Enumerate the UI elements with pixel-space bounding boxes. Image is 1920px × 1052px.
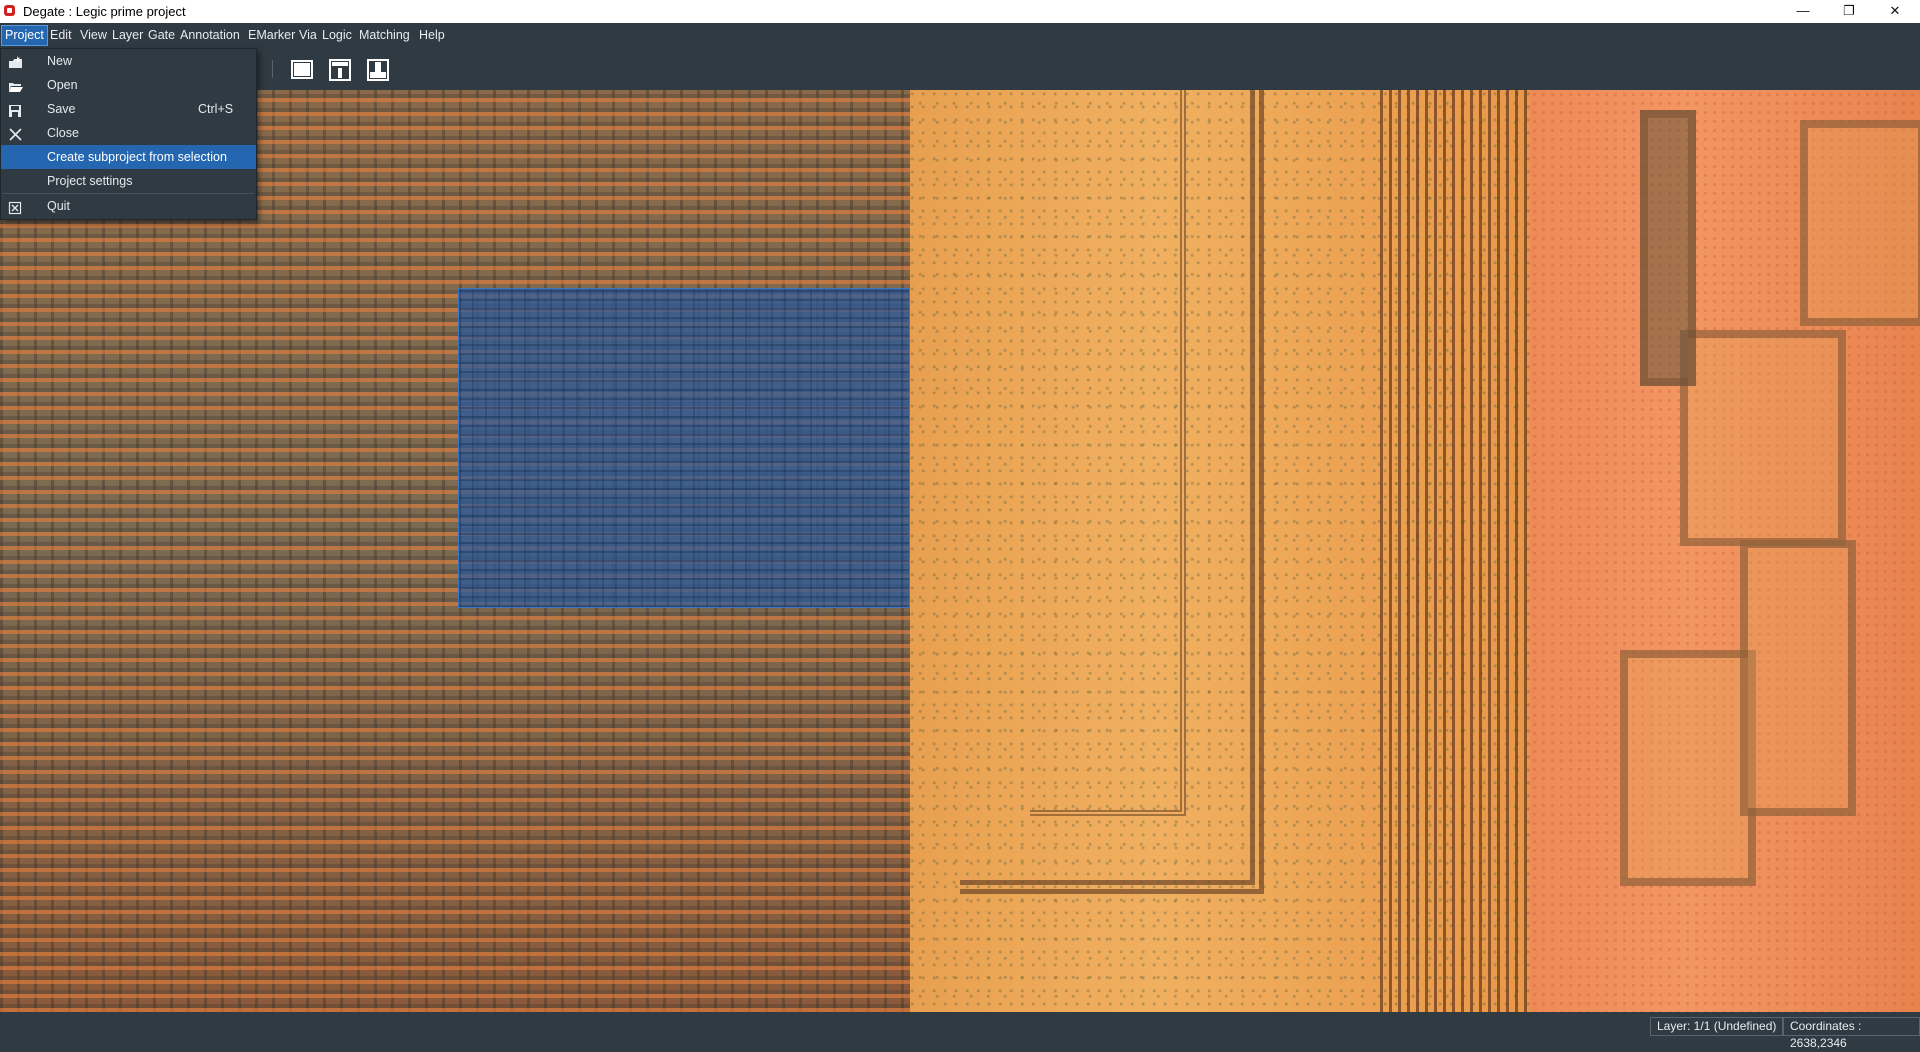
menu-bar: Project Edit View Layer Gate Annotation …	[0, 23, 1920, 48]
menu-item-create-subproject[interactable]: Create subproject from selection	[1, 145, 256, 169]
project-menu-dropdown: New Open Save Ctrl+S Close Create subpro…	[0, 48, 257, 220]
maximize-button[interactable]: ❐	[1826, 0, 1872, 23]
metal-block	[1620, 650, 1756, 886]
title-bar: Degate : Legic prime project — ❐ ✕	[0, 0, 1920, 23]
menu-layer[interactable]: Layer	[109, 26, 146, 45]
menu-item-project-settings[interactable]: Project settings	[1, 169, 256, 193]
menu-help[interactable]: Help	[416, 26, 448, 45]
minimize-button[interactable]: —	[1780, 0, 1826, 23]
menu-item-open[interactable]: Open	[1, 73, 256, 97]
menu-item-label: Create subproject from selection	[47, 150, 227, 164]
menu-item-label: Save	[47, 102, 76, 116]
menu-item-close[interactable]: Close	[1, 121, 256, 145]
menu-item-save[interactable]: Save Ctrl+S	[1, 97, 256, 121]
die-image-canvas[interactable]	[0, 90, 1920, 1012]
pad-ring-inner	[1030, 90, 1186, 816]
degate-app-icon	[4, 5, 15, 16]
menu-item-quit[interactable]: Quit	[1, 194, 256, 218]
save-icon	[8, 102, 23, 117]
coordinates-status: Coordinates : 2638,2346	[1783, 1017, 1920, 1050]
metal-block	[1640, 110, 1696, 386]
menu-via[interactable]: Via	[296, 26, 320, 45]
metal-bus-lines	[1380, 90, 1530, 1012]
menu-project[interactable]: Project	[1, 25, 48, 46]
menu-view[interactable]: View	[77, 26, 110, 45]
menu-item-new[interactable]: New	[1, 49, 256, 73]
close-window-button[interactable]: ✕	[1872, 0, 1918, 23]
menu-annotation[interactable]: Annotation	[177, 26, 243, 45]
menu-item-shortcut: Ctrl+S	[198, 102, 234, 116]
menu-edit[interactable]: Edit	[47, 26, 75, 45]
window-title: Degate : Legic prime project	[23, 4, 186, 19]
toolbar	[0, 48, 1920, 90]
metal-block	[1740, 540, 1856, 816]
menu-item-label: New	[47, 54, 73, 68]
menu-matching[interactable]: Matching	[356, 26, 413, 45]
fullscreen-view-icon[interactable]	[290, 58, 314, 82]
menu-emarker[interactable]: EMarker	[245, 26, 298, 45]
menu-item-label: Open	[47, 78, 78, 92]
metal-block	[1680, 330, 1846, 546]
metal-block	[1800, 120, 1920, 326]
new-project-icon	[8, 54, 23, 68]
status-bar: Layer: 1/1 (Undefined) Coordinates : 263…	[0, 1012, 1920, 1050]
area-bottom-icon[interactable]	[366, 58, 390, 82]
toolbar-separator	[272, 60, 273, 78]
menu-item-label: Close	[47, 126, 79, 140]
folder-open-icon	[8, 78, 23, 92]
area-top-icon[interactable]	[328, 58, 352, 82]
selection-rectangle[interactable]	[458, 288, 910, 608]
quit-icon	[8, 199, 23, 215]
layer-status: Layer: 1/1 (Undefined)	[1650, 1017, 1784, 1036]
menu-item-label: Quit	[47, 199, 70, 213]
menu-gate[interactable]: Gate	[145, 26, 178, 45]
menu-logic[interactable]: Logic	[319, 26, 355, 45]
menu-item-label: Project settings	[47, 174, 133, 188]
close-x-icon	[8, 126, 23, 141]
